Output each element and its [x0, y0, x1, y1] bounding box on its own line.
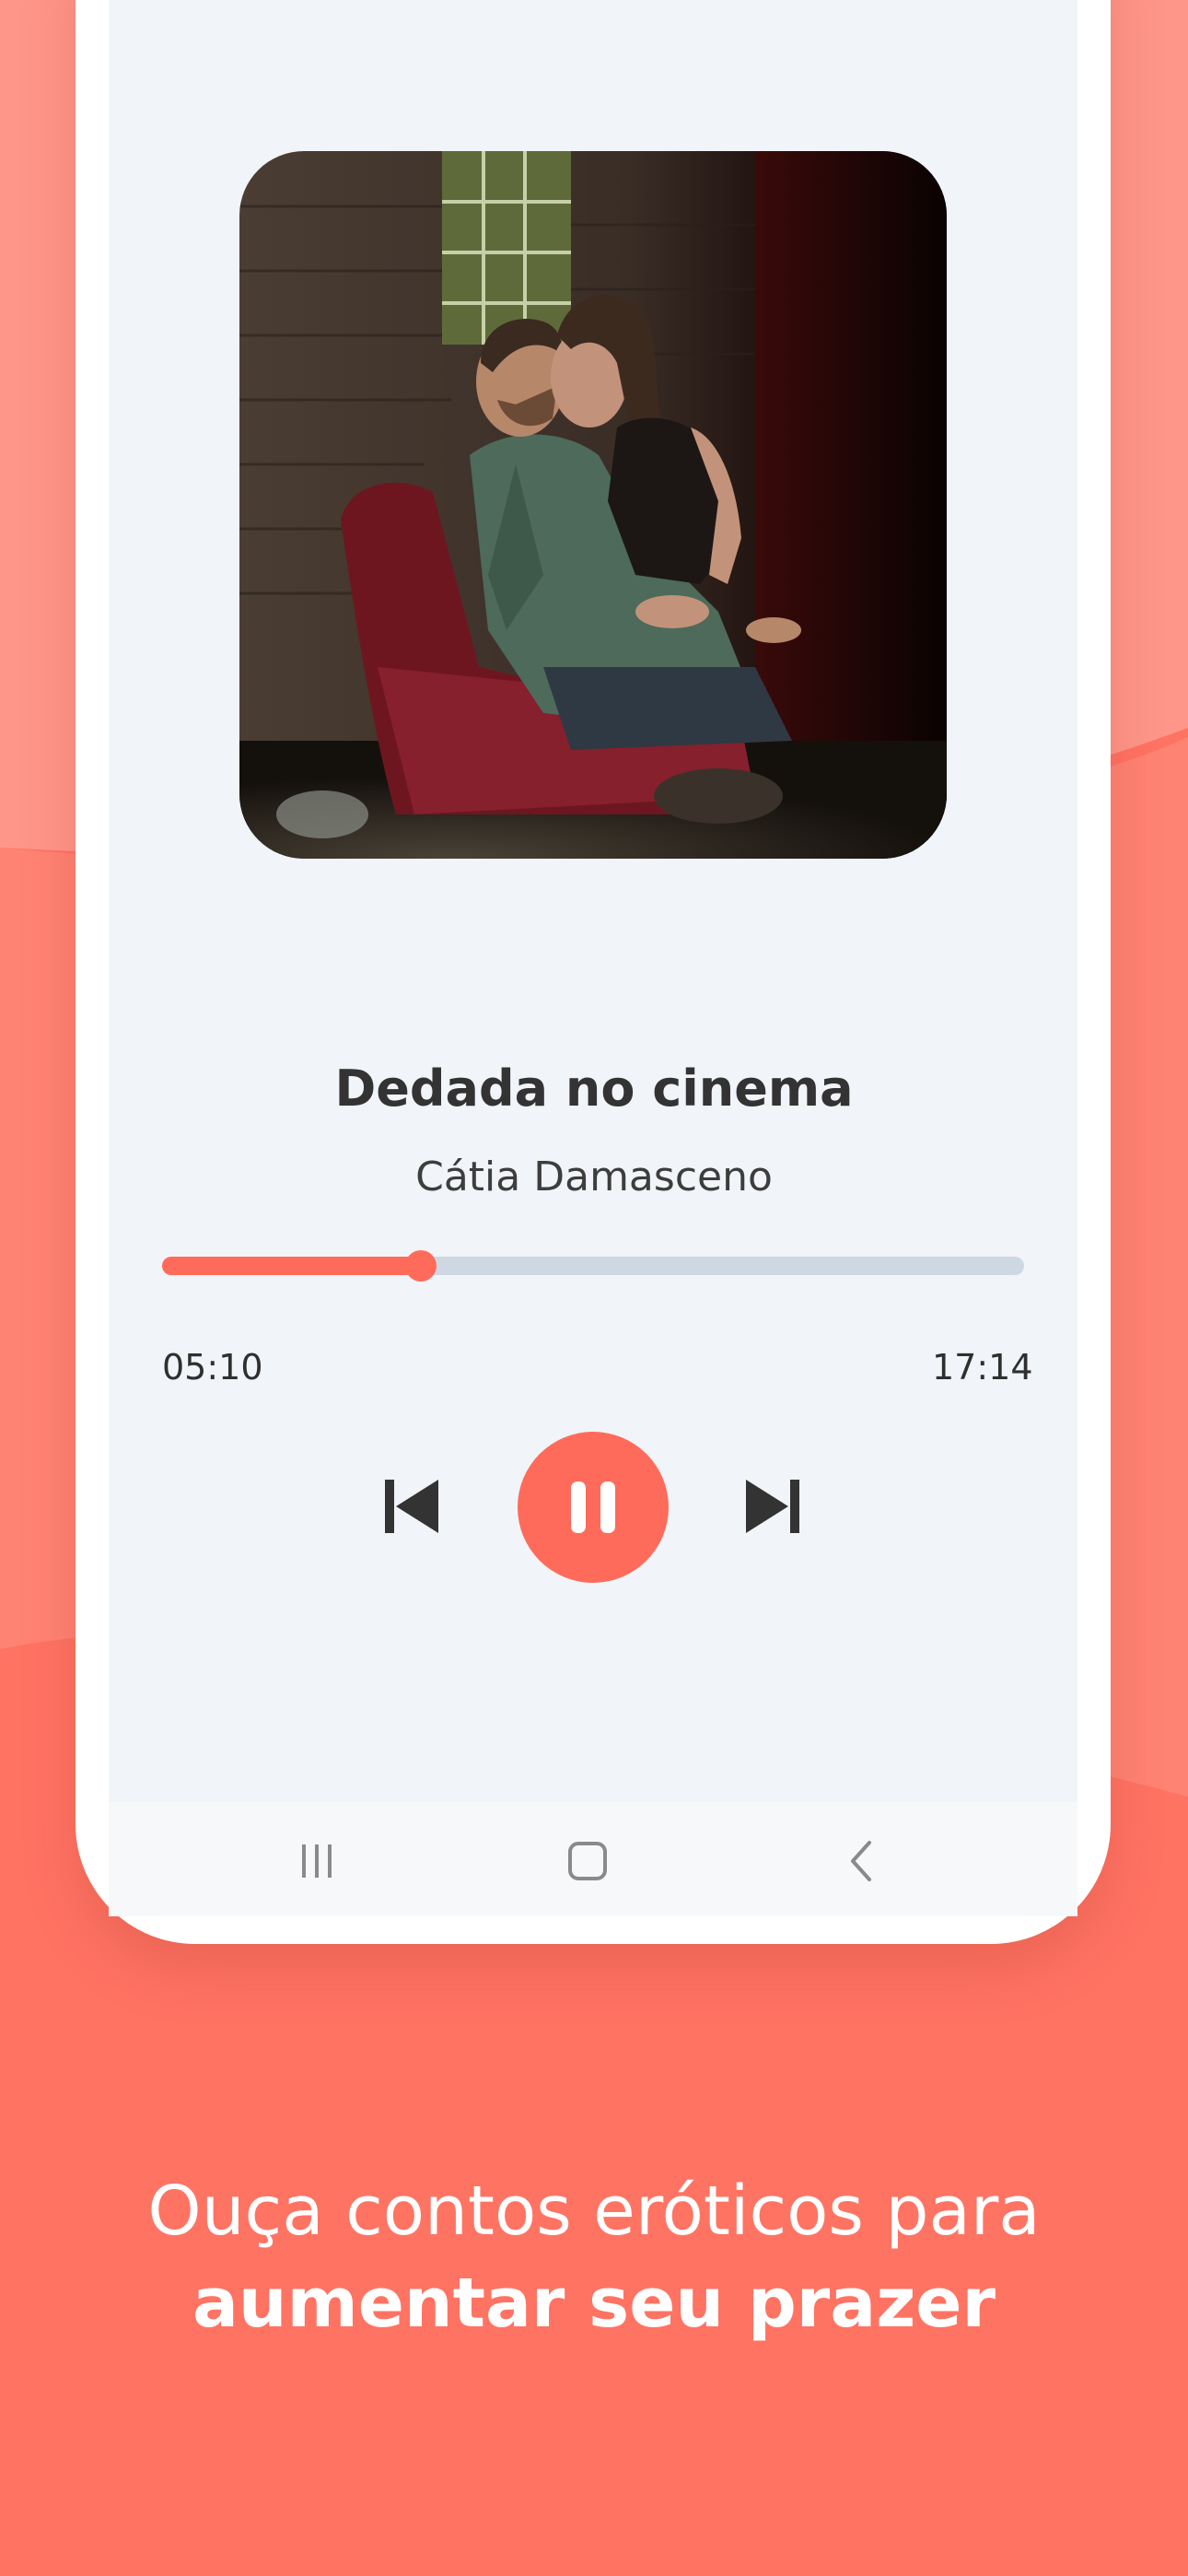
- caption-line-2: aumentar seu prazer: [192, 2264, 996, 2343]
- home-button[interactable]: [560, 1833, 615, 1889]
- current-time: 05:10: [162, 1347, 263, 1388]
- progress-fill: [162, 1257, 421, 1275]
- skip-next-icon: [746, 1480, 799, 1533]
- album-artwork: [239, 151, 947, 859]
- progress-slider[interactable]: [162, 1250, 1024, 1282]
- pause-button[interactable]: [518, 1432, 669, 1583]
- back-button[interactable]: [834, 1833, 890, 1889]
- caption-line-1: Ouça contos eróticos para: [147, 2172, 1041, 2251]
- total-time: 17:14: [932, 1347, 1033, 1388]
- recents-icon: [302, 1844, 332, 1878]
- previous-button[interactable]: [379, 1474, 444, 1539]
- home-icon: [568, 1842, 607, 1880]
- promo-caption: Ouça contos eróticos para aumentar seu p…: [0, 2165, 1188, 2349]
- next-button[interactable]: [740, 1474, 805, 1539]
- recents-button[interactable]: [289, 1833, 344, 1889]
- track-title: Dedada no cinema: [334, 1060, 854, 1118]
- album-cover-image: [239, 151, 947, 859]
- skip-previous-icon: [385, 1480, 438, 1533]
- track-artist: Cátia Damasceno: [415, 1153, 773, 1200]
- progress-thumb[interactable]: [404, 1250, 437, 1282]
- back-icon: [851, 1841, 871, 1881]
- pause-icon: [571, 1481, 615, 1533]
